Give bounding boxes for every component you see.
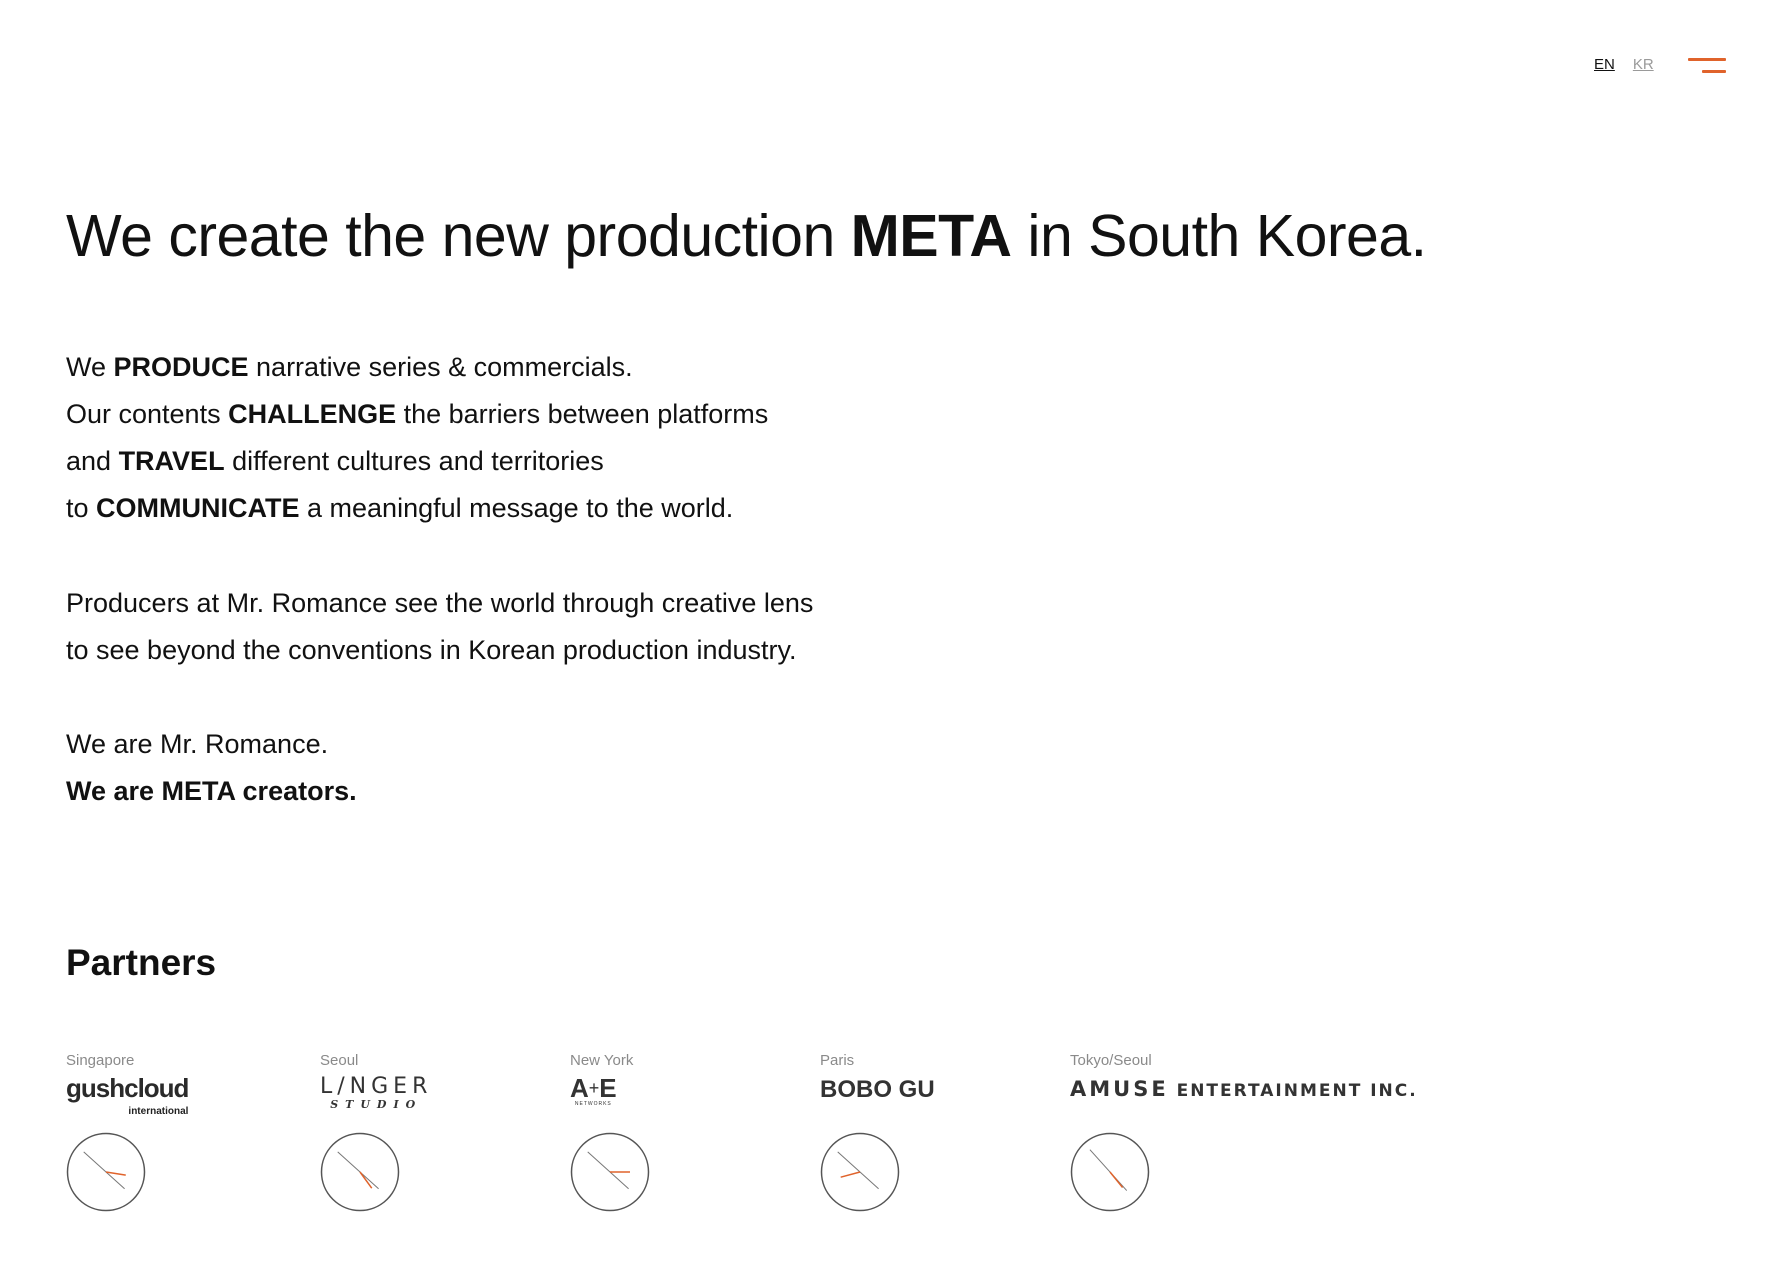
clock-hour-hand [1109, 1171, 1124, 1189]
linger-studio-logo: L/NGER STUDIO [320, 1075, 432, 1113]
clock-icon [570, 1132, 650, 1212]
intro-paragraph-1: We PRODUCE narrative series & commercial… [66, 344, 768, 532]
logo-text: AMUSE ENTERTAINMENT INC. [1070, 1075, 1418, 1105]
menu-bar-bottom [1702, 70, 1726, 73]
logo-sub: NETWORKS [574, 1101, 612, 1107]
text: and [66, 446, 119, 476]
keyword: TRAVEL [118, 446, 225, 476]
amuse-logo: AMUSE ENTERTAINMENT INC. [1070, 1075, 1418, 1113]
text: narrative series & commercials. [248, 352, 633, 382]
clock-hour-hand [359, 1171, 373, 1189]
intro-paragraph-3: We are Mr. Romance. We are META creators… [66, 721, 357, 815]
intro-line: Our contents CHALLENGE the barriers betw… [66, 391, 768, 438]
keyword: CHALLENGE [228, 399, 397, 429]
tagline: We are META creators. [66, 776, 357, 806]
text: We [66, 352, 114, 382]
partner-city: Tokyo/Seoul [1070, 1052, 1152, 1069]
logo-text: L/NGER STUDIO [320, 1075, 432, 1111]
text: to [66, 493, 97, 523]
partner-city: Singapore [66, 1052, 135, 1069]
logo-main: BOBO GU [820, 1076, 935, 1103]
intro-line: and TRAVEL different cultures and territ… [66, 438, 768, 485]
logo-main: AMUSE [1070, 1077, 1169, 1101]
page-headline: We create the new production META in Sou… [66, 202, 1427, 270]
partner-city: Paris [820, 1052, 855, 1069]
logo-plus: + [588, 1078, 600, 1098]
partner-amuse[interactable]: Tokyo/Seoul AMUSE ENTERTAINMENT INC. [1070, 1052, 1418, 1212]
logo-text: A+E NETWORKS [570, 1075, 617, 1107]
gushcloud-logo: gushcloud international [66, 1075, 189, 1117]
text: a meaningful message to the world. [299, 493, 734, 523]
logo-main: L/NGER [320, 1074, 433, 1099]
text: the barriers between platforms [396, 399, 769, 429]
logo-main: A [570, 1073, 589, 1103]
partner-city: New York [570, 1052, 634, 1069]
clock-icon [66, 1132, 146, 1212]
lang-kr-link[interactable]: KR [1633, 56, 1654, 73]
keyword: COMMUNICATE [96, 493, 300, 523]
intro-line: to COMMUNICATE a meaningful message to t… [66, 485, 768, 532]
bobo-gu-logo: BOBO GU [820, 1075, 935, 1113]
ae-networks-logo: A+E NETWORKS [570, 1075, 633, 1113]
intro-line: Producers at Mr. Romance see the world t… [66, 588, 814, 618]
headline-pre: We create the new production [66, 203, 851, 269]
intro-paragraph-2: Producers at Mr. Romance see the world t… [66, 580, 813, 674]
partners-heading: Partners [66, 942, 217, 983]
intro-line-bold: We are META creators. [66, 768, 357, 815]
partner-linger-studio[interactable]: Seoul L/NGER STUDIO [320, 1052, 432, 1212]
clock-minute-hand [337, 1151, 379, 1190]
clock-minute-hand [837, 1151, 879, 1190]
clock-minute-hand [587, 1151, 629, 1190]
headline-bold: META [850, 203, 1012, 269]
partner-ae-networks[interactable]: New York A+E NETWORKS [570, 1052, 650, 1212]
headline-post: in South Korea. [1011, 203, 1427, 269]
text: Our contents [66, 399, 229, 429]
logo-sub: ENTERTAINMENT INC. [1168, 1081, 1418, 1101]
logo-sub: STUDIO [330, 1098, 423, 1111]
partner-gushcloud[interactable]: Singapore gushcloud international [66, 1052, 189, 1212]
clock-icon [1070, 1132, 1150, 1212]
hamburger-menu-icon[interactable] [1688, 56, 1728, 78]
clock-minute-hand [83, 1151, 125, 1190]
lang-en-link[interactable]: EN [1594, 56, 1615, 73]
logo-main-2: E [599, 1073, 617, 1103]
intro-line: We PRODUCE narrative series & commercial… [66, 344, 768, 391]
partner-city: Seoul [320, 1052, 359, 1069]
text: different cultures and territories [224, 446, 604, 476]
clock-icon [320, 1132, 400, 1212]
logo-text: gushcloud international [66, 1075, 189, 1117]
keyword: PRODUCE [113, 352, 249, 382]
intro-line: to see beyond the conventions in Korean … [66, 635, 797, 665]
intro-line: We are Mr. Romance. [66, 729, 329, 759]
clock-minute-hand [1089, 1149, 1128, 1191]
language-switcher: EN KR [1594, 56, 1654, 73]
logo-sub: international [128, 1106, 189, 1117]
clock-hour-hand [840, 1171, 861, 1178]
partner-bobo-gu[interactable]: Paris BOBO GU [820, 1052, 935, 1212]
menu-bar-top [1688, 58, 1726, 61]
clock-icon [820, 1132, 900, 1212]
